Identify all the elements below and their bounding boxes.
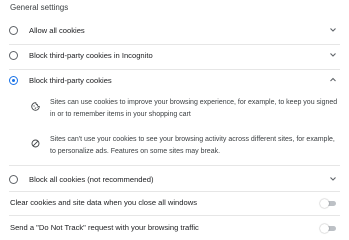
radio-block-all[interactable] (9, 175, 18, 184)
option-label: Block all cookies (not recommended) (29, 175, 154, 184)
radio-block-incognito[interactable] (9, 51, 18, 60)
radio-allow-all[interactable] (9, 26, 18, 35)
chevron-down-icon[interactable] (328, 25, 338, 35)
detail-text-cookies-allowed: Sites can use cookies to improve your br… (50, 99, 338, 118)
chevron-up-icon[interactable] (328, 75, 338, 85)
radio-block-third-party[interactable] (9, 76, 18, 85)
divider (9, 165, 340, 166)
option-label: Block third-party cookies (29, 76, 112, 85)
chevron-down-icon[interactable] (328, 174, 338, 184)
chevron-down-icon[interactable] (328, 50, 338, 60)
cookie-option-block-incognito[interactable]: Block third-party cookies in Incognito (0, 46, 349, 68)
clear-on-exit-label: Clear cookies and site data when you clo… (10, 198, 197, 207)
cookie-option-block-all[interactable]: Block all cookies (not recommended) (0, 170, 349, 192)
divider (9, 69, 340, 70)
divider (9, 191, 340, 192)
block-icon (31, 139, 40, 148)
option-label: Block third-party cookies in Incognito (29, 51, 153, 60)
do-not-track-toggle[interactable] (320, 223, 337, 233)
divider (9, 44, 340, 45)
cookie-option-block-third-party[interactable]: Block third-party cookies (0, 71, 349, 93)
option-label: Allow all cookies (29, 26, 85, 35)
detail-text-cross-site-blocked: Sites can't use your cookies to see your… (50, 136, 335, 155)
section-title: General settings (10, 3, 69, 12)
do-not-track-label: Send a "Do Not Track" request with your … (10, 223, 199, 232)
divider (9, 215, 340, 216)
cookie-icon (31, 102, 40, 111)
clear-on-exit-toggle[interactable] (320, 198, 337, 208)
toggle-knob (320, 198, 329, 208)
toggle-knob (320, 223, 329, 233)
cookie-option-allow-all[interactable]: Allow all cookies (0, 21, 349, 43)
